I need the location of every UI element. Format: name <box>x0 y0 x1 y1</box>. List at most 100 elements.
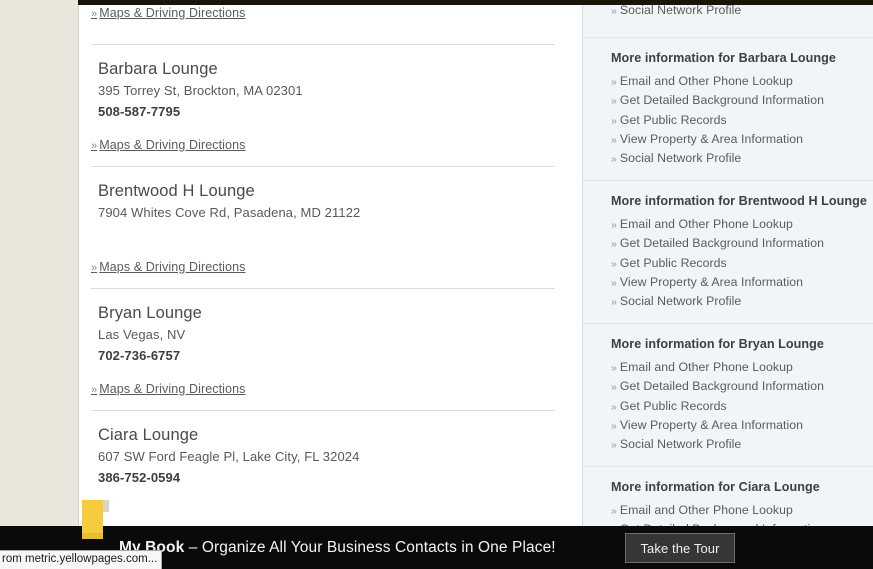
sidebar-link-property-area-information[interactable]: » View Property & Area Information <box>611 130 873 149</box>
link-label: Social Network Profile <box>619 294 742 309</box>
link-label: Maps & Driving Directions <box>99 6 246 20</box>
chevron-right-icon: » <box>611 381 617 394</box>
business-phone: 702-736-6757 <box>98 348 181 363</box>
business-address: 395 Torrey St, Brockton, MA 02301 <box>98 83 303 98</box>
chevron-right-icon: » <box>611 276 617 289</box>
sidebar-block-barbara-lounge: More information for Barbara Lounge » Ema… <box>583 37 873 180</box>
chevron-right-icon: » <box>611 219 617 232</box>
chevron-right-icon: » <box>611 76 617 89</box>
sidebar-block-title: More information for Brentwood H Lounge <box>611 194 867 209</box>
link-label: Maps & Driving Directions <box>99 382 246 396</box>
business-address: 607 SW Ford Feagle Pl, Lake City, FL 320… <box>98 449 360 464</box>
sidebar-link-email-phone-lookup[interactable]: » Email and Other Phone Lookup <box>611 215 873 234</box>
business-name[interactable]: Bryan Lounge <box>91 303 555 323</box>
maps-and-driving-directions-link[interactable]: » Maps & Driving Directions <box>91 138 246 152</box>
page-root: » Maps & Driving Directions Barbara Loung… <box>0 0 873 569</box>
chevron-right-icon: » <box>611 400 617 413</box>
chevron-right-icon: » <box>611 362 617 375</box>
link-label: Get Public Records <box>619 398 727 413</box>
sidebar-link-background-information[interactable]: »Get Detailed Background Information <box>611 234 873 253</box>
sidebar-link-social-network-profile[interactable]: » Social Network Profile <box>611 292 873 311</box>
listing-item: Brentwood H Lounge 7904 Whites Cove Rd, … <box>91 166 555 288</box>
sidebar-link-public-records[interactable]: »Get Public Records <box>611 254 873 273</box>
promo-text: My Book – Organize All Your Business Con… <box>119 539 556 557</box>
business-phone: 386-752-0594 <box>98 470 181 485</box>
maps-and-driving-directions-link[interactable]: » Maps & Driving Directions <box>91 382 246 396</box>
sidebar-link-social-network-profile[interactable]: » Social Network Profile <box>611 149 873 168</box>
sidebar-link-email-phone-lookup[interactable]: » Email and Other Phone Lookup <box>611 501 873 520</box>
chevron-right-icon: » <box>611 257 617 270</box>
bookmark-shadow <box>103 500 109 512</box>
promo-tagline: – Organize All Your Business Contacts in… <box>188 538 556 556</box>
business-address: Las Vegas, NV <box>98 327 186 342</box>
link-label: Email and Other Phone Lookup <box>619 74 793 89</box>
sidebar-link-email-phone-lookup[interactable]: » Email and Other Phone Lookup <box>611 358 873 377</box>
sidebar-link-background-information[interactable]: »Get Detailed Background Information <box>611 377 873 396</box>
top-dark-strip <box>78 0 873 5</box>
link-label: Maps & Driving Directions <box>99 138 246 152</box>
sidebar-link-public-records[interactable]: »Get Public Records <box>611 111 873 130</box>
chevron-right-icon: » <box>91 262 98 274</box>
sidebar-block-brentwood-h-lounge: More information for Brentwood H Lounge … <box>583 180 873 323</box>
chevron-right-icon: » <box>91 384 98 396</box>
sidebar-block-partial: »View Property & Area Information »Socia… <box>583 0 873 37</box>
link-label: Email and Other Phone Lookup <box>619 360 793 375</box>
link-label: View Property & Area Information <box>619 131 804 146</box>
maps-and-driving-directions-link[interactable]: » Maps & Driving Directions <box>91 260 246 274</box>
sidebar-link-social-network-profile[interactable]: » Social Network Profile <box>611 435 873 454</box>
chevron-right-icon: » <box>611 133 617 146</box>
link-label: Get Detailed Background Information <box>619 93 824 108</box>
maps-and-driving-directions-link[interactable]: » Maps & Driving Directions <box>91 6 246 20</box>
chevron-right-icon: » <box>611 419 617 432</box>
chevron-right-icon: » <box>611 95 617 108</box>
business-listings-column: » Maps & Driving Directions Barbara Loung… <box>78 0 582 569</box>
business-name[interactable]: Ciara Lounge <box>91 425 555 445</box>
chevron-right-icon: » <box>611 296 617 309</box>
sidebar-block-bryan-lounge: More information for Bryan Lounge » Email… <box>583 323 873 466</box>
sidebar-block-title: More information for Bryan Lounge <box>611 337 824 352</box>
sidebar-link-public-records[interactable]: »Get Public Records <box>611 397 873 416</box>
chevron-right-icon: » <box>611 153 617 166</box>
take-the-tour-button[interactable]: Take the Tour <box>625 533 735 563</box>
link-label: Get Public Records <box>619 255 727 270</box>
business-phone: 508-587-7795 <box>98 104 181 119</box>
sidebar-block-title: More information for Ciara Lounge <box>611 480 820 495</box>
link-label: View Property & Area Information <box>619 417 804 432</box>
listing-links: » Maps & Driving Directions <box>91 258 555 288</box>
link-label: Social Network Profile <box>619 151 742 166</box>
link-label: Maps & Driving Directions <box>99 260 246 274</box>
listing-item: Ciara Lounge 607 SW Ford Feagle Pl, Lake… <box>91 410 555 486</box>
link-label: Social Network Profile <box>619 3 742 17</box>
chevron-right-icon: » <box>611 439 617 452</box>
sidebar-link-email-phone-lookup[interactable]: » Email and Other Phone Lookup <box>611 72 873 91</box>
link-label: Get Detailed Background Information <box>619 379 824 394</box>
link-label: Get Detailed Background Information <box>619 236 824 251</box>
more-information-sidebar: »View Property & Area Information »Socia… <box>582 0 873 569</box>
link-label: View Property & Area Information <box>619 274 804 289</box>
bookmark-tab-icon[interactable] <box>82 500 103 539</box>
listing-links: » Maps & Driving Directions <box>91 136 555 166</box>
sidebar-link-background-information[interactable]: »Get Detailed Background Information <box>611 91 873 110</box>
chevron-right-icon: » <box>611 114 617 127</box>
chevron-right-icon: » <box>611 238 617 251</box>
listing-item: Barbara Lounge 395 Torrey St, Brockton, … <box>91 44 555 166</box>
business-name[interactable]: Barbara Lounge <box>91 59 555 79</box>
chevron-right-icon: » <box>611 505 617 518</box>
chevron-right-icon: » <box>91 140 98 152</box>
sidebar-link-property-area-information[interactable]: » View Property & Area Information <box>611 273 873 292</box>
sidebar-block-title: More information for Barbara Lounge <box>611 51 836 66</box>
left-gutter <box>0 0 78 569</box>
chevron-right-icon: » <box>91 8 98 20</box>
browser-status-bar: rom metric.yellowpages.com... <box>0 550 163 569</box>
page-body: » Maps & Driving Directions Barbara Loung… <box>78 0 873 569</box>
listing-item: Bryan Lounge Las Vegas, NV 702-736-6757 … <box>91 288 555 410</box>
chevron-right-icon: » <box>611 5 617 17</box>
link-label: Get Public Records <box>619 112 727 127</box>
link-label: Social Network Profile <box>619 437 742 452</box>
business-name[interactable]: Brentwood H Lounge <box>91 181 555 201</box>
listing-links: » Maps & Driving Directions <box>91 380 555 410</box>
link-label: Email and Other Phone Lookup <box>619 217 793 232</box>
sidebar-link-property-area-information[interactable]: » View Property & Area Information <box>611 416 873 435</box>
business-address: 7904 Whites Cove Rd, Pasadena, MD 21122 <box>98 205 361 220</box>
link-label: Email and Other Phone Lookup <box>619 503 793 518</box>
